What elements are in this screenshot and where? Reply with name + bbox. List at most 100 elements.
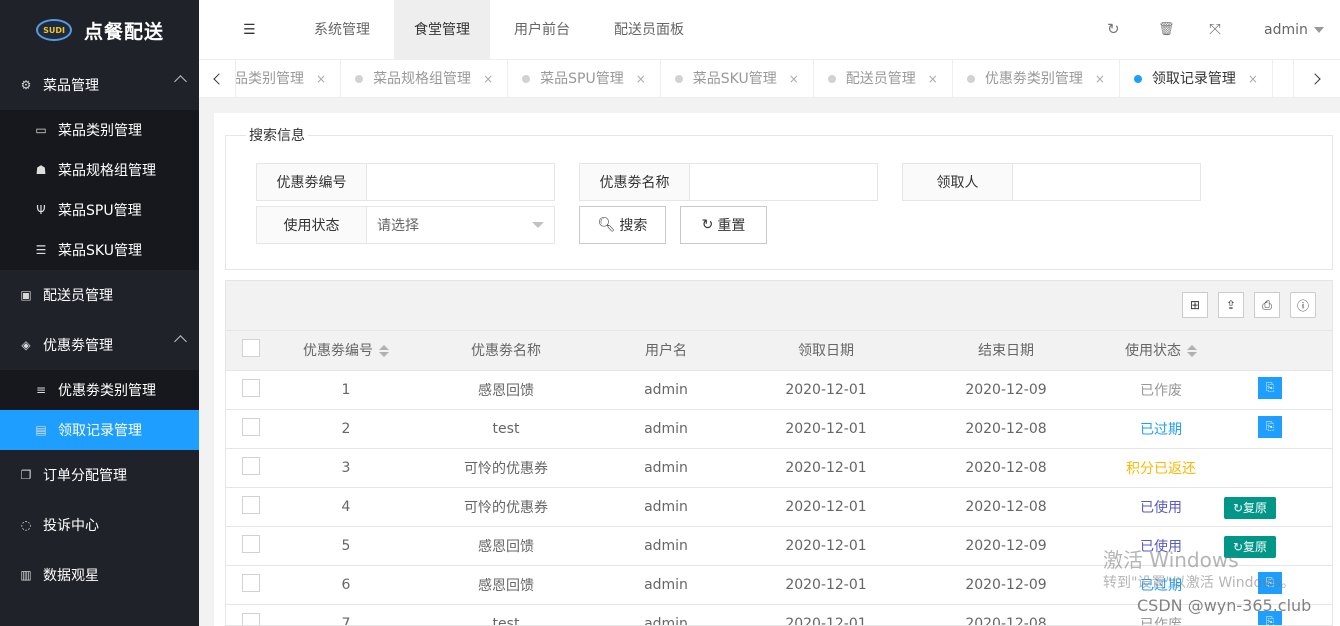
tabs-scroll-left-icon[interactable]: [199, 60, 236, 97]
sidebar-item[interactable]: ☗ 菜品规格组管理: [0, 150, 199, 190]
view-detail-button[interactable]: ⎘: [1258, 571, 1282, 594]
refresh-icon: ↻: [1232, 539, 1244, 554]
row-checkbox[interactable]: [242, 534, 260, 553]
column-header-user: 用户名: [596, 331, 736, 371]
column-header-label: 优惠劵编号: [303, 343, 373, 360]
search-button[interactable]: 🔍︎ 搜索: [579, 206, 666, 244]
close-icon[interactable]: ×: [789, 60, 799, 97]
columns-filter-icon[interactable]: ⊞: [1182, 292, 1208, 318]
user-cell: admin: [596, 565, 736, 605]
close-icon[interactable]: ×: [483, 60, 493, 97]
select-all-checkbox[interactable]: [242, 339, 260, 358]
credit-card-icon: ▤: [35, 423, 47, 437]
page-tab[interactable]: 领取记录管理 ×: [1120, 60, 1273, 97]
restore-button[interactable]: ↻ 复原: [1224, 535, 1276, 558]
table-row: 3 可怜的优惠券 admin 2020-12-01 2020-12-08 积分已返还: [226, 448, 1332, 488]
page-tab[interactable]: 菜品SKU管理 ×: [661, 60, 814, 97]
reset-button[interactable]: ↻ 重置: [680, 206, 767, 244]
tab-status-dot: [674, 75, 683, 83]
view-detail-button[interactable]: ⎘: [1258, 415, 1282, 438]
close-icon[interactable]: ×: [1248, 60, 1258, 97]
close-icon[interactable]: ×: [316, 60, 326, 97]
tab-delivery-panel[interactable]: 配送员面板: [594, 0, 704, 60]
sidebar-group-label: 订单分配管理: [43, 468, 127, 484]
actions-cell: ⎘: [1226, 565, 1332, 605]
row-checkbox[interactable]: [242, 573, 260, 592]
coupon-no-cell: 6: [276, 565, 416, 605]
sidebar-group-2[interactable]: ◈ 优惠劵管理: [0, 320, 199, 370]
actions-cell: ↻ 复原: [1224, 487, 1332, 527]
receive-date-cell: 2020-12-01: [736, 409, 916, 449]
coupon-no-cell: 1: [276, 370, 416, 410]
logo-badge: SUDI: [36, 19, 72, 41]
page-tab[interactable]: 菜品SPU管理 ×: [508, 60, 661, 97]
search-icon: 🔍︎: [597, 217, 616, 233]
print-icon[interactable]: ⎙: [1254, 292, 1280, 318]
column-header-status[interactable]: 使用状态: [1096, 331, 1226, 371]
receiver-input[interactable]: [1013, 164, 1200, 200]
page-tab[interactable]: 菜品规格组管理 ×: [341, 60, 509, 97]
close-icon[interactable]: ×: [928, 60, 938, 97]
sidebar-group-0[interactable]: ⚙ 菜品管理: [0, 60, 199, 110]
tab-canteen-management[interactable]: 食堂管理: [394, 0, 490, 60]
sidebar-group-1[interactable]: ▣ 配送员管理: [0, 270, 199, 320]
tab-user-frontend[interactable]: 用户前台: [494, 0, 590, 60]
status-cell: 已使用: [1096, 487, 1226, 527]
page-tabstrip: 品类别管理 × 菜品规格组管理 × 菜品SPU管理 × 菜品SKU管理 × 配送员管理 × 优惠劵类…: [199, 60, 1340, 98]
status-select[interactable]: 请选择: [367, 207, 554, 243]
logo[interactable]: SUDI 点餐配送: [0, 0, 199, 60]
info-icon[interactable]: ⓘ: [1290, 292, 1316, 318]
row-checkbox[interactable]: [242, 612, 260, 625]
page-tab-label: 优惠劵类别管理: [984, 71, 1083, 87]
coupon-no-label: 优惠劵编号: [257, 164, 367, 200]
sidebar-group-5[interactable]: ▥ 数据观星: [0, 550, 199, 600]
export-icon[interactable]: ⇪: [1218, 292, 1244, 318]
close-icon[interactable]: ×: [1095, 60, 1105, 97]
sidebar-item[interactable]: Ψ 菜品SPU管理: [0, 190, 199, 230]
coupon-no-input[interactable]: [367, 164, 554, 200]
comment-icon: ◌: [20, 518, 32, 532]
tabs-scroll-right-icon[interactable]: [1293, 60, 1340, 97]
table-toolbar: ⊞ ⇪ ⎙ ⓘ: [226, 281, 1332, 331]
sort-icon[interactable]: [1187, 345, 1197, 358]
sidebar-item[interactable]: ▤ 领取记录管理: [0, 410, 199, 450]
sidebar-group-4[interactable]: ◌ 投诉中心: [0, 500, 199, 550]
status-cell: 已作废: [1096, 370, 1226, 410]
row-checkbox[interactable]: [242, 456, 260, 475]
close-icon[interactable]: ×: [636, 60, 646, 97]
row-checkbox[interactable]: [242, 495, 260, 514]
view-detail-button[interactable]: ⎘: [1258, 376, 1282, 399]
restore-button-label: 复原: [1243, 501, 1268, 515]
receive-date-cell: 2020-12-01: [736, 604, 916, 625]
coupon-name-input[interactable]: [690, 164, 877, 200]
page-tab[interactable]: 优惠劵类别管理 ×: [953, 60, 1120, 97]
restore-button[interactable]: ↻ 复原: [1224, 496, 1276, 519]
sidebar-submenu: ≡ 优惠劵类别管理 ▤ 领取记录管理: [0, 370, 199, 450]
trash-icon[interactable]: 🗑: [1158, 22, 1175, 37]
coupon-name-field: 优惠劵名称: [579, 163, 878, 201]
refresh-icon[interactable]: ↻: [1107, 20, 1120, 38]
page-tab[interactable]: 配送员管理 ×: [814, 60, 953, 97]
sidebar-group-label: 配送员管理: [43, 288, 113, 304]
tab-system-management[interactable]: 系统管理: [294, 0, 390, 60]
user-menu[interactable]: admin: [1264, 0, 1324, 60]
sitemap-icon: ☗: [35, 163, 47, 177]
status-select-value: 请选择: [377, 218, 419, 234]
column-header-coupon-no[interactable]: 优惠劵编号: [276, 331, 416, 371]
row-checkbox[interactable]: [242, 378, 260, 397]
fold-menu-icon[interactable]: ☰: [243, 22, 256, 38]
coupon-no-cell: 2: [276, 409, 416, 449]
view-detail-button[interactable]: ⎘: [1258, 610, 1282, 625]
tag-icon: ◈: [21, 338, 31, 352]
page-tab[interactable]: 品类别管理 ×: [220, 60, 342, 97]
fullscreen-icon[interactable]: ⤧: [1209, 20, 1221, 38]
sort-icon[interactable]: [379, 345, 389, 358]
sidebar-item[interactable]: ≡ 优惠劵类别管理: [0, 370, 199, 410]
sidebar-item[interactable]: ☰ 菜品SKU管理: [0, 230, 199, 270]
sidebar-item[interactable]: ▭ 菜品类别管理: [0, 110, 199, 150]
receive-date-cell: 2020-12-01: [736, 448, 916, 488]
reset-button-label: 重置: [717, 218, 746, 234]
sidebar-group-3[interactable]: ❐ 订单分配管理: [0, 450, 199, 500]
bars-icon: ≡: [35, 383, 47, 397]
row-checkbox[interactable]: [242, 417, 260, 436]
